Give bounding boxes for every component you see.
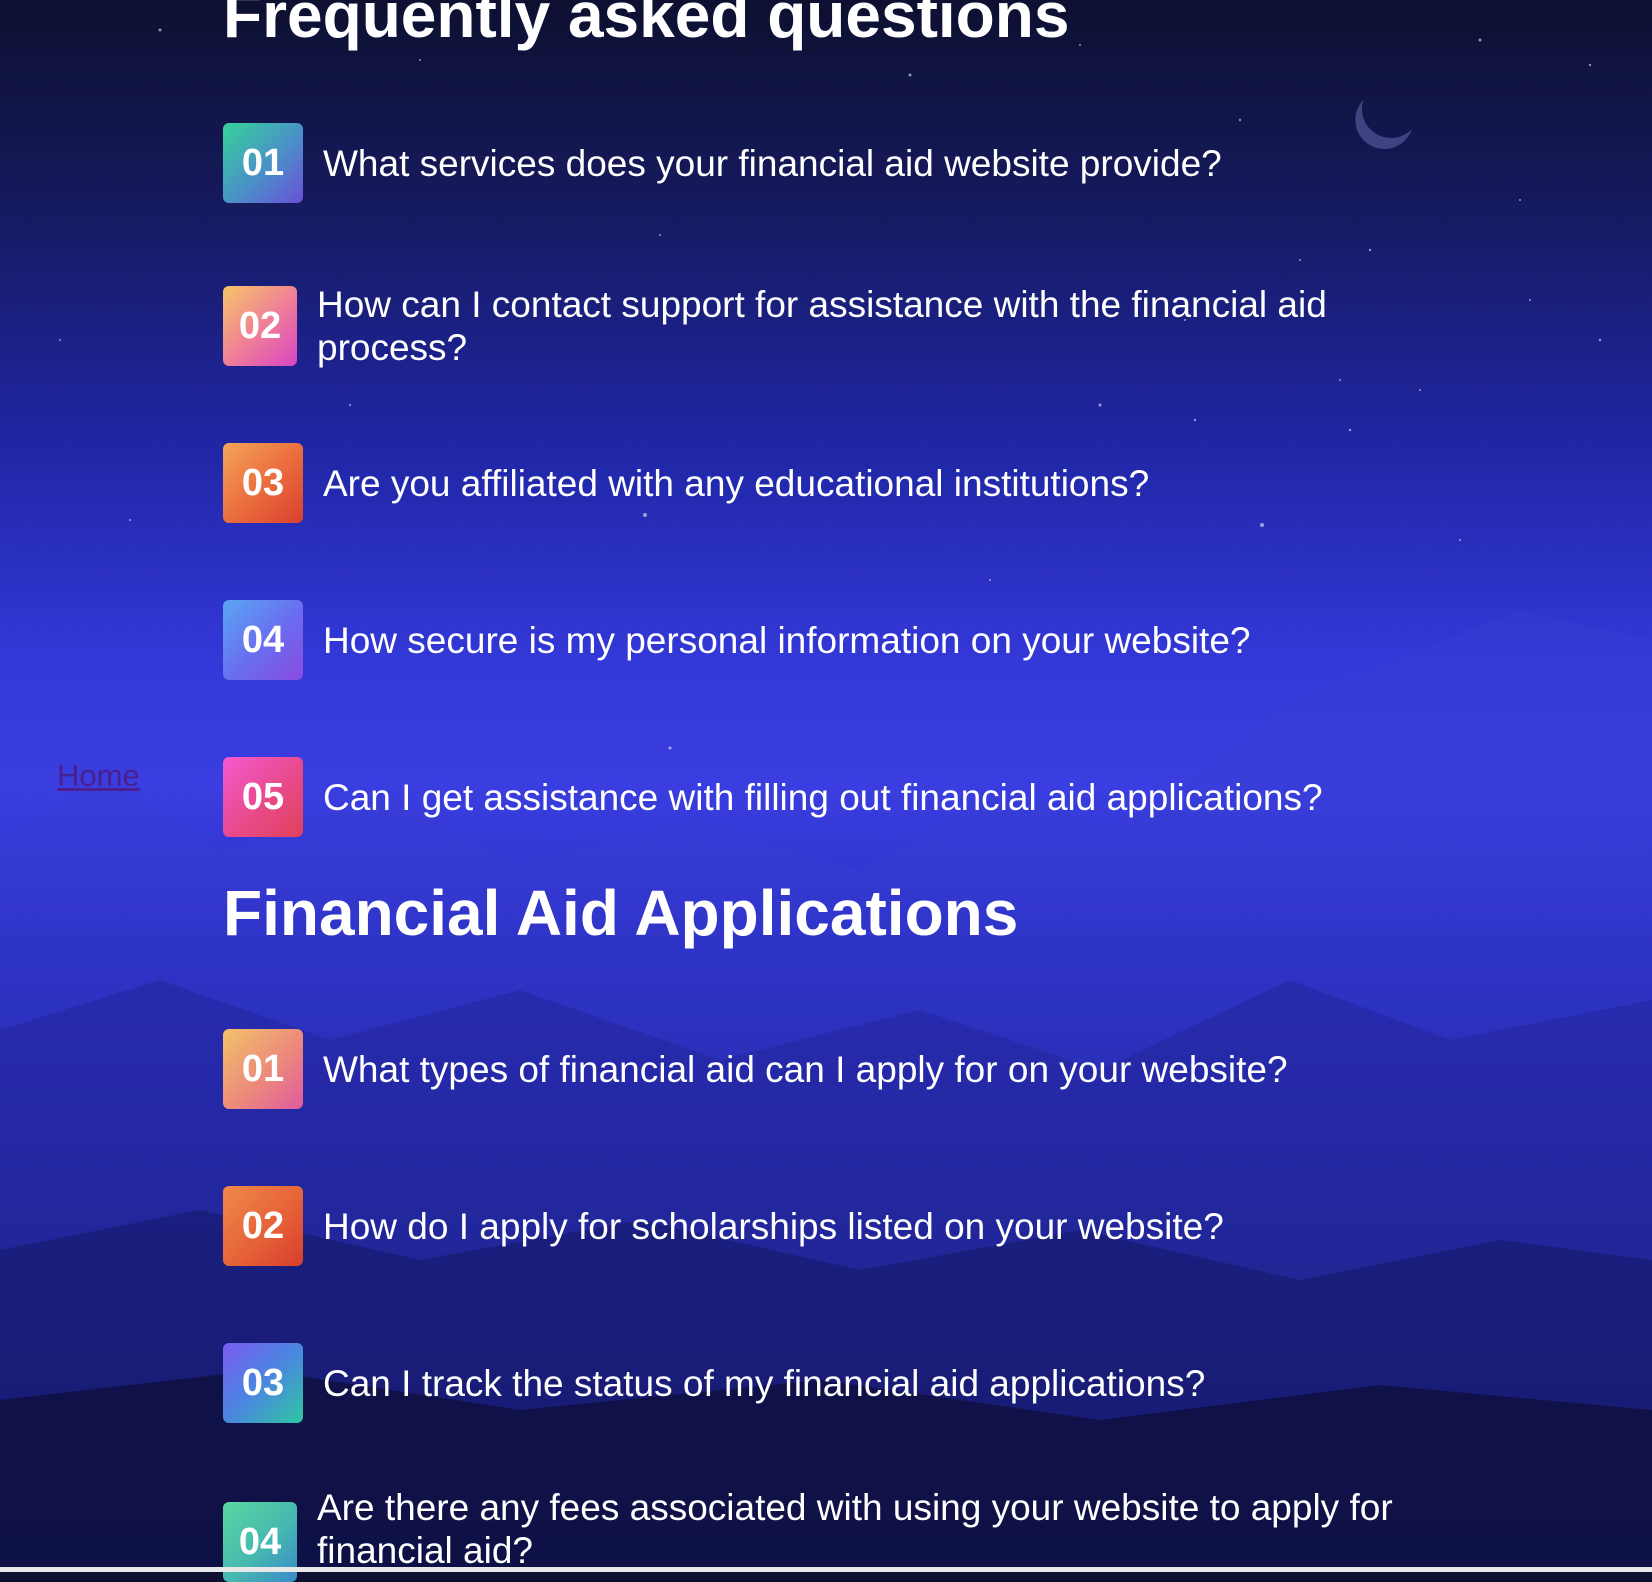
application-item-01[interactable]: 01 What types of financial aid can I app… xyxy=(223,1029,1288,1109)
number-badge: 02 xyxy=(223,286,297,366)
faq-item-02[interactable]: 02 How can I contact support for assista… xyxy=(223,283,1377,369)
number-badge: 03 xyxy=(223,1343,303,1423)
number-badge: 01 xyxy=(223,1029,303,1109)
number-badge: 04 xyxy=(223,600,303,680)
window-bottom-edge xyxy=(0,1567,1652,1572)
home-link[interactable]: Home xyxy=(57,758,140,794)
number-badge: 01 xyxy=(223,123,303,203)
application-item-02[interactable]: 02 How do I apply for scholarships liste… xyxy=(223,1186,1224,1266)
faq-question: Can I get assistance with filling out fi… xyxy=(323,776,1323,818)
application-item-03[interactable]: 03 Can I track the status of my financia… xyxy=(223,1343,1205,1423)
applications-title: Financial Aid Applications xyxy=(223,877,1019,949)
number-badge: 03 xyxy=(223,443,303,523)
faq-question: Are you affiliated with any educational … xyxy=(323,462,1150,504)
faq-question: How can I contact support for assistance… xyxy=(317,284,1327,368)
moon-icon xyxy=(1354,72,1428,146)
faq-question: How secure is my personal information on… xyxy=(323,619,1251,661)
number-badge: 02 xyxy=(223,1186,303,1266)
application-question: Are there any fees associated with using… xyxy=(317,1487,1393,1571)
faq-item-01[interactable]: 01 What services does your financial aid… xyxy=(223,123,1222,203)
application-question: What types of financial aid can I apply … xyxy=(323,1048,1288,1090)
faq-item-04[interactable]: 04 How secure is my personal information… xyxy=(223,600,1250,680)
number-badge: 05 xyxy=(223,757,303,837)
faq-item-05[interactable]: 05 Can I get assistance with filling out… xyxy=(223,757,1323,837)
faq-title: Frequently asked questions xyxy=(223,0,1070,51)
application-question: How do I apply for scholarships listed o… xyxy=(323,1205,1224,1247)
application-question: Can I track the status of my financial a… xyxy=(323,1362,1206,1404)
faq-question: What services does your financial aid we… xyxy=(323,142,1222,184)
faq-item-03[interactable]: 03 Are you affiliated with any education… xyxy=(223,443,1149,523)
